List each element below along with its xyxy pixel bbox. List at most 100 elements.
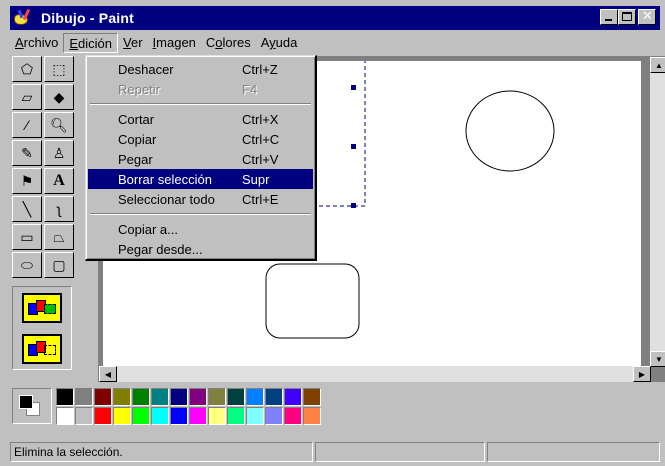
color-swatch[interactable] [151, 388, 169, 406]
ellipse-tool[interactable]: ⬭ [12, 252, 42, 278]
menu-item-label: Repetir [118, 81, 160, 97]
menu-item-label: Borrar selección [118, 171, 212, 187]
free-select-tool[interactable]: ⬠ [12, 56, 42, 82]
fill-bucket-tool[interactable]: ◆ [44, 84, 74, 110]
menu-item-repetir[interactable]: Repetir F4 [88, 79, 313, 99]
color-swatch[interactable] [246, 388, 264, 406]
color-swatch[interactable] [284, 388, 302, 406]
horizontal-scrollbar[interactable]: ◀ ▶ [99, 366, 651, 382]
menu-item-cortar[interactable]: Cortar Ctrl+X [88, 109, 313, 129]
color-swatch[interactable] [151, 407, 169, 425]
eraser-tool[interactable]: ▱ [12, 84, 42, 110]
color-swatch[interactable] [113, 388, 131, 406]
color-swatch[interactable] [56, 407, 74, 425]
menu-item-shortcut: Ctrl+V [242, 151, 279, 167]
status-size-pane [487, 442, 660, 462]
transparent-selection-option[interactable] [22, 333, 62, 364]
vertical-scrollbar[interactable]: ▲ ▼ [650, 57, 665, 367]
color-swatch[interactable] [170, 388, 188, 406]
free-select-icon: ⬠ [20, 60, 34, 77]
opaque-selection-option[interactable] [22, 292, 62, 323]
ellipse-icon: ⬭ [21, 256, 33, 273]
title-bar[interactable]: Dibujo - Paint ✕ [10, 6, 660, 30]
menu-item-seleccionar-todo[interactable]: Seleccionar todo Ctrl+E [88, 189, 313, 209]
scroll-down-button[interactable]: ▼ [650, 351, 665, 367]
menu-item-label: Pegar desde... [118, 241, 203, 257]
color-swatch[interactable] [265, 388, 283, 406]
color-swatch[interactable] [94, 407, 112, 425]
airbrush-tool[interactable]: ⚑ [12, 168, 42, 194]
menu-item-deshacer[interactable]: Deshacer Ctrl+Z [88, 59, 313, 79]
color-swatch[interactable] [189, 388, 207, 406]
menu-item-label: Copiar [118, 131, 157, 147]
minimize-icon [605, 19, 612, 21]
color-swatch[interactable] [227, 407, 245, 425]
maximize-icon [622, 12, 632, 21]
color-swatch[interactable] [227, 388, 245, 406]
color-swatch[interactable] [132, 388, 150, 406]
menu-item-label: Seleccionar todo [118, 191, 215, 207]
current-colors[interactable] [12, 388, 52, 424]
pencil-tool[interactable]: ✎ [12, 140, 42, 166]
menu-item-label: Copiar a... [118, 221, 178, 237]
color-swatch[interactable] [189, 407, 207, 425]
menu-item-shortcut: F4 [242, 81, 258, 97]
airbrush-icon: ⚑ [20, 172, 34, 189]
menu-item-copiar[interactable]: Copiar Ctrl+C [88, 129, 313, 149]
color-swatch[interactable] [94, 388, 112, 406]
tool-options [12, 286, 72, 370]
curve-icon: ʅ [57, 201, 61, 217]
scroll-left-button[interactable]: ◀ [99, 366, 117, 382]
magnifier-tool[interactable]: 🔍︎ [44, 112, 74, 138]
selection-handle [351, 203, 356, 208]
menu-ver[interactable]: Ver [118, 33, 148, 53]
color-swatch[interactable] [246, 407, 264, 425]
close-button[interactable]: ✕ [638, 9, 656, 25]
color-swatch[interactable] [208, 388, 226, 406]
menu-item-shortcut: Supr [242, 171, 270, 187]
color-swatch[interactable] [132, 407, 150, 425]
color-swatch[interactable] [75, 388, 93, 406]
polygon-tool[interactable]: ⏢ [44, 224, 74, 250]
selection-handle [351, 144, 356, 149]
color-swatch[interactable] [265, 407, 283, 425]
rounded-rect-tool[interactable]: ▢ [44, 252, 74, 278]
color-swatch[interactable] [303, 388, 321, 406]
color-swatch[interactable] [56, 388, 74, 406]
color-swatches [56, 388, 321, 428]
close-icon: ✕ [642, 9, 653, 24]
color-swatch[interactable] [303, 407, 321, 425]
menu-item-copiar-a[interactable]: Copiar a... [88, 219, 313, 239]
color-swatch[interactable] [170, 407, 188, 425]
text-tool[interactable]: A [44, 168, 74, 194]
curve-tool[interactable]: ʅ [44, 196, 74, 222]
color-swatch[interactable] [208, 407, 226, 425]
menu-edicion[interactable]: Edición [63, 33, 118, 53]
menu-item-pegar[interactable]: Pegar Ctrl+V [88, 149, 313, 169]
paint-app-icon[interactable] [13, 8, 35, 27]
menu-separator [90, 103, 311, 105]
edit-menu-dropdown: Deshacer Ctrl+Z Repetir F4 Cortar Ctrl+X Copia… [85, 55, 317, 261]
line-tool[interactable]: ╲ [12, 196, 42, 222]
scroll-up-button[interactable]: ▲ [650, 57, 665, 73]
rect-select-tool[interactable]: ⬚ [44, 56, 74, 82]
menu-colores[interactable]: Colores [201, 33, 256, 53]
menu-item-borrar-selección[interactable]: Borrar selección Supr [88, 169, 313, 189]
menu-separator [90, 213, 311, 215]
menu-ayuda[interactable]: Ayuda [256, 33, 303, 53]
brush-tool[interactable]: ♙ [44, 140, 74, 166]
color-swatch[interactable] [113, 407, 131, 425]
maximize-button[interactable] [618, 9, 636, 25]
scroll-right-button[interactable]: ▶ [633, 366, 651, 382]
menu-imagen[interactable]: Imagen [148, 33, 201, 53]
rectangle-tool[interactable]: ▭ [12, 224, 42, 250]
foreground-color [19, 395, 33, 409]
minimize-button[interactable] [600, 9, 618, 25]
menu-archivo[interactable]: Archivo [10, 33, 63, 53]
menu-item-pegar-desde[interactable]: Pegar desde... [88, 239, 313, 259]
color-picker-tool[interactable]: ⁄ [12, 112, 42, 138]
color-swatch[interactable] [75, 407, 93, 425]
rounded-rect-icon: ▢ [52, 256, 66, 273]
color-swatch[interactable] [284, 407, 302, 425]
eraser-icon: ▱ [21, 88, 33, 105]
